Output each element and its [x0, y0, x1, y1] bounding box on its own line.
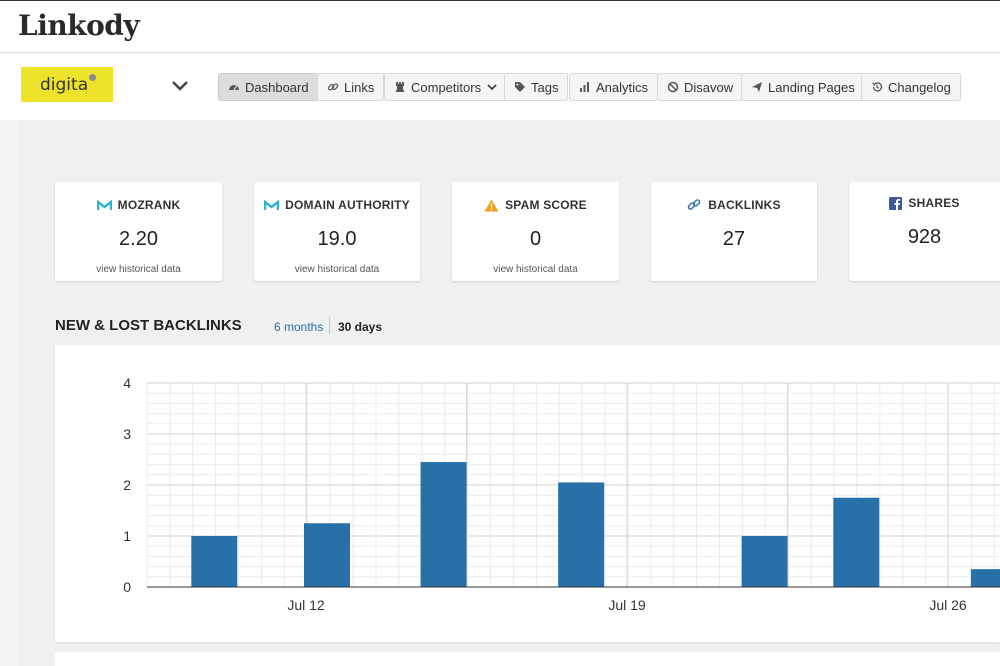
nav-changelog-label: Changelog: [888, 79, 951, 95]
ban-icon: [667, 81, 679, 93]
nav-dashboard-button[interactable]: Dashboard: [218, 73, 319, 101]
bar-jul-12: [304, 523, 350, 587]
bar-jul-27: [970, 569, 1000, 587]
paper-plane-icon: [752, 82, 762, 92]
mozrank-label: MOZRANK: [117, 198, 181, 212]
moz-icon: [96, 199, 112, 210]
x-tick-label: Jul 19: [608, 597, 646, 613]
competitors-chevron-down-icon: [487, 84, 497, 91]
next-panel: [55, 652, 1000, 666]
moz-icon: [264, 199, 280, 210]
backlinks-chart-panel: 0 1 2 3 4 Jul 12 Jul 19 Jul 26: [55, 345, 1000, 642]
warning-icon: [484, 199, 499, 211]
nav-landing-pages-button[interactable]: Landing Pages: [741, 73, 865, 101]
project-logo-text: digita: [40, 74, 89, 95]
project-logo-mark: [89, 74, 97, 81]
bar-jul-22: [741, 536, 788, 587]
bar-jul-10: [191, 536, 238, 587]
project-chevron-down-icon[interactable]: [170, 78, 190, 94]
domain-authority-value: 19.0: [317, 228, 357, 250]
history-icon: [872, 82, 883, 92]
spam-score-label: SPAM SCORE: [505, 198, 587, 212]
metric-card-shares: SHARES 928: [849, 182, 1000, 281]
app-name: Linkody: [18, 9, 140, 42]
backlinks-label: BACKLINKS: [708, 198, 781, 212]
mozrank-value: 2.20: [119, 228, 158, 250]
chess-rook-icon: [396, 82, 404, 92]
domain-authority-label: DOMAIN AUTHORITY: [285, 198, 410, 212]
top-bar: Linkody: [0, 0, 1000, 53]
y-tick-label: 2: [123, 477, 131, 493]
nav-disavow-button[interactable]: Disavow: [657, 73, 744, 101]
shares-value: 928: [907, 226, 942, 248]
bar-jul-15: [420, 462, 467, 587]
facebook-icon: [889, 196, 903, 210]
metric-card-spam-score: SPAM SCORE 0 view historical data: [452, 182, 619, 281]
metric-card-mozrank: MOZRANK 2.20 view historical data: [55, 182, 222, 281]
x-tick-label: Jul 12: [287, 597, 325, 613]
nav-analytics-label: Analytics: [596, 79, 649, 95]
tag-icon: [515, 82, 525, 92]
nav-analytics-button[interactable]: Analytics: [569, 73, 659, 101]
y-tick-label: 3: [123, 426, 131, 442]
y-tick-label: 1: [123, 528, 131, 544]
nav-links-label: Links: [344, 79, 375, 95]
app-logo[interactable]: Linkody: [18, 9, 140, 42]
domain-authority-history-link[interactable]: view historical data: [254, 264, 420, 275]
backlinks-bar-chart: 0 1 2 3 4 Jul 12 Jul 19 Jul 26: [123, 375, 1000, 613]
spam-score-history-link[interactable]: view historical data: [452, 264, 619, 275]
range-6-months-link[interactable]: 6 months: [274, 320, 323, 334]
nav-competitors-button[interactable]: Competitors: [384, 73, 509, 101]
shares-label: SHARES: [908, 196, 960, 210]
nav-tags-button[interactable]: Tags: [504, 73, 569, 101]
nav-competitors-label: Competitors: [411, 79, 482, 95]
nav-tags-label: Tags: [531, 79, 559, 95]
metric-card-backlinks: BACKLINKS 27: [651, 182, 817, 281]
nav-links-button[interactable]: Links: [317, 73, 385, 101]
range-30-days-link[interactable]: 30 days: [338, 320, 382, 334]
link-icon: [688, 199, 701, 210]
mozrank-history-link[interactable]: view historical data: [55, 264, 222, 275]
metric-card-domain-authority: DOMAIN AUTHORITY 19.0 view historical da…: [254, 182, 420, 281]
bar-jul-24: [833, 497, 880, 587]
range-separator: [329, 317, 330, 334]
bar-chart-icon: [580, 82, 589, 92]
nav-changelog-button[interactable]: Changelog: [861, 73, 961, 101]
spam-score-value: 0: [529, 228, 542, 250]
y-tick-label: 0: [123, 579, 131, 595]
y-tick-label: 4: [123, 375, 131, 391]
x-tick-label: Jul 26: [929, 597, 967, 613]
link-icon: [327, 83, 339, 91]
bar-jul-18: [558, 482, 605, 587]
nav-disavow-label: Disavow: [684, 79, 734, 95]
backlinks-section-title: NEW & LOST BACKLINKS: [55, 317, 242, 334]
project-logo[interactable]: digita: [21, 67, 113, 102]
dashboard-icon: [229, 85, 239, 91]
nav-landing-pages-label: Landing Pages: [768, 79, 855, 95]
nav-dashboard-label: Dashboard: [245, 79, 309, 95]
backlinks-value: 27: [722, 228, 746, 250]
